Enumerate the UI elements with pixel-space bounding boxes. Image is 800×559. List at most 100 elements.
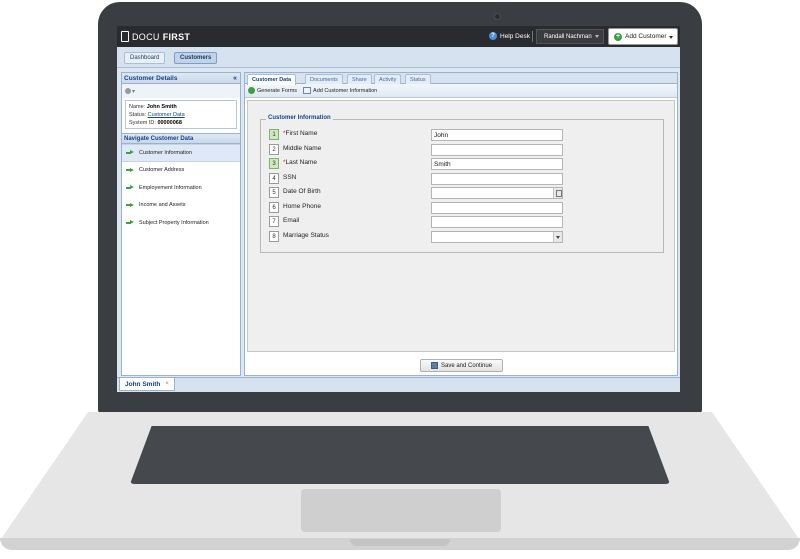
- first-name-label: First Name: [285, 130, 318, 137]
- date-of-birth-input[interactable]: [431, 187, 563, 199]
- fieldset-legend: Customer Information: [266, 115, 333, 121]
- field-number: 2: [269, 143, 279, 155]
- app-screen: DOCU FIRST ? Help Desk Randall Nachman + …: [117, 26, 680, 392]
- help-icon: ?: [489, 32, 497, 40]
- add-customer-label: Add Customer: [625, 33, 667, 40]
- field-row-date-of-birth: 5 Date Of Birth: [269, 187, 661, 199]
- middle-name-label: Middle Name: [283, 144, 322, 152]
- home-phone-input[interactable]: [431, 201, 563, 214]
- nav-item-customer-information[interactable]: Customer Information: [122, 144, 240, 162]
- last-name-input[interactable]: Smith: [431, 158, 563, 170]
- logo-suffix: FIRST: [162, 31, 191, 42]
- dashboard-button[interactable]: Dashboard: [124, 52, 166, 64]
- close-icon[interactable]: ×: [165, 381, 169, 387]
- add-customer-info-button[interactable]: Add Customer Information: [303, 87, 377, 94]
- field-number: 4: [269, 172, 279, 184]
- arrow-right-icon: [126, 185, 134, 190]
- ssn-label: SSN: [283, 173, 297, 181]
- calendar-icon[interactable]: [553, 188, 562, 198]
- logo-prefix: DOCU: [132, 31, 160, 42]
- tab-customer-data[interactable]: Customer Data: [247, 74, 297, 85]
- nav-item-employment-information[interactable]: Employement Information: [122, 179, 240, 197]
- field-label: *Last Name: [283, 159, 317, 166]
- chevron-down-icon: [595, 35, 599, 38]
- user-menu[interactable]: Randall Nachman: [536, 29, 604, 44]
- chevron-down-icon[interactable]: [553, 231, 562, 242]
- top-bar: DOCU FIRST ? Help Desk Randall Nachman + …: [117, 26, 680, 47]
- gear-row: ▾: [122, 84, 240, 98]
- add-info-label: Add Customer Information: [313, 87, 378, 94]
- nav-item-label: Subject Property Information: [139, 219, 209, 226]
- marriage-status-select[interactable]: [431, 230, 563, 243]
- arrow-right-icon: [126, 167, 134, 173]
- plus-icon: +: [614, 32, 622, 41]
- email-input[interactable]: [431, 216, 563, 228]
- home-phone-label: Home Phone: [283, 202, 321, 210]
- field-number: 7: [269, 216, 279, 227]
- save-and-continue-button[interactable]: Save and Continue: [420, 359, 503, 372]
- add-info-icon: [303, 87, 312, 94]
- laptop-keyboard: [130, 426, 670, 484]
- tab-john-smith[interactable]: John Smith ×: [119, 378, 175, 391]
- add-customer-button[interactable]: + Add Customer: [608, 28, 678, 45]
- ssn-input[interactable]: [431, 172, 563, 185]
- arrow-right-icon: [126, 202, 134, 208]
- main-panel: Customer Data Documents Share Activity S…: [244, 72, 678, 376]
- nav-item-income-assets[interactable]: Income and Assets: [122, 197, 240, 215]
- status-label: Status:: [129, 112, 147, 118]
- nav-item-label: Employement Information: [139, 184, 202, 191]
- document-icon: [121, 31, 129, 42]
- field-row-last-name: 3 *Last Name Smith: [269, 158, 661, 170]
- arrow-right-icon: [126, 220, 134, 225]
- system-id-label: System ID:: [129, 120, 156, 126]
- divider: [532, 31, 533, 42]
- save-icon: [431, 362, 438, 369]
- email-label: Email: [283, 217, 300, 224]
- tab-activity[interactable]: Activity: [374, 74, 402, 84]
- bottom-tab-label: John Smith: [125, 380, 161, 388]
- save-label: Save and Continue: [441, 362, 493, 369]
- field-number: 6: [269, 201, 279, 213]
- customer-details-box: Name: John Smith Status: Customer Data S…: [125, 100, 237, 129]
- customer-details-header: Customer Details «: [122, 73, 240, 84]
- camera-icon: [494, 13, 501, 20]
- nav-item-subject-property[interactable]: Subject Property Information: [122, 214, 240, 232]
- tab-share[interactable]: Share: [347, 74, 372, 84]
- field-row-home-phone: 6 Home Phone: [269, 201, 661, 214]
- customer-details-title: Customer Details: [124, 75, 178, 82]
- tab-documents[interactable]: Documents: [305, 74, 343, 84]
- generate-forms-button[interactable]: Generate Forms: [248, 87, 297, 94]
- laptop-foot: [350, 539, 450, 546]
- gear-menu-button[interactable]: ▾: [125, 87, 138, 95]
- gear-icon: [125, 88, 131, 94]
- left-panel: Customer Details « ▾ Name: John Smith St…: [121, 72, 241, 376]
- field-number: 5: [269, 187, 279, 198]
- app-logo: DOCU FIRST: [121, 30, 190, 43]
- detail-status: Status: Customer Data: [129, 111, 233, 119]
- system-id-value: 00000068: [157, 120, 182, 126]
- detail-system-id: System ID: 00000068: [129, 119, 233, 127]
- field-row-middle-name: 2 Middle Name: [269, 143, 661, 156]
- nav-item-label: Income and Assets: [139, 202, 186, 209]
- status-link[interactable]: Customer Data: [148, 112, 185, 118]
- bottom-tab-bar: John Smith ×: [117, 377, 680, 392]
- detail-name: Name: John Smith: [129, 103, 233, 111]
- nav-item-label: Customer Information: [139, 149, 192, 156]
- middle-name-input[interactable]: [431, 143, 563, 156]
- field-number: 8: [269, 230, 279, 242]
- user-name: Randall Nachman: [544, 33, 592, 40]
- form-area: Customer Information 1 *First Name John …: [247, 100, 675, 352]
- collapse-icon[interactable]: «: [233, 73, 237, 84]
- tab-status[interactable]: Status: [405, 74, 431, 84]
- name-label: Name:: [129, 104, 146, 110]
- main-nav: Dashboard Customers: [117, 47, 680, 68]
- field-row-ssn: 4 SSN: [269, 172, 661, 185]
- nav-item-customer-address[interactable]: Customer Address: [122, 162, 240, 180]
- name-value: John Smith: [146, 104, 177, 110]
- chevron-down-icon: [669, 36, 673, 39]
- generate-forms-label: Generate Forms: [257, 87, 298, 94]
- first-name-input[interactable]: John: [431, 129, 563, 141]
- customers-button[interactable]: Customers: [174, 52, 218, 64]
- help-desk-link[interactable]: ? Help Desk: [489, 32, 530, 40]
- navigate-header: Navigate Customer Data: [122, 133, 240, 144]
